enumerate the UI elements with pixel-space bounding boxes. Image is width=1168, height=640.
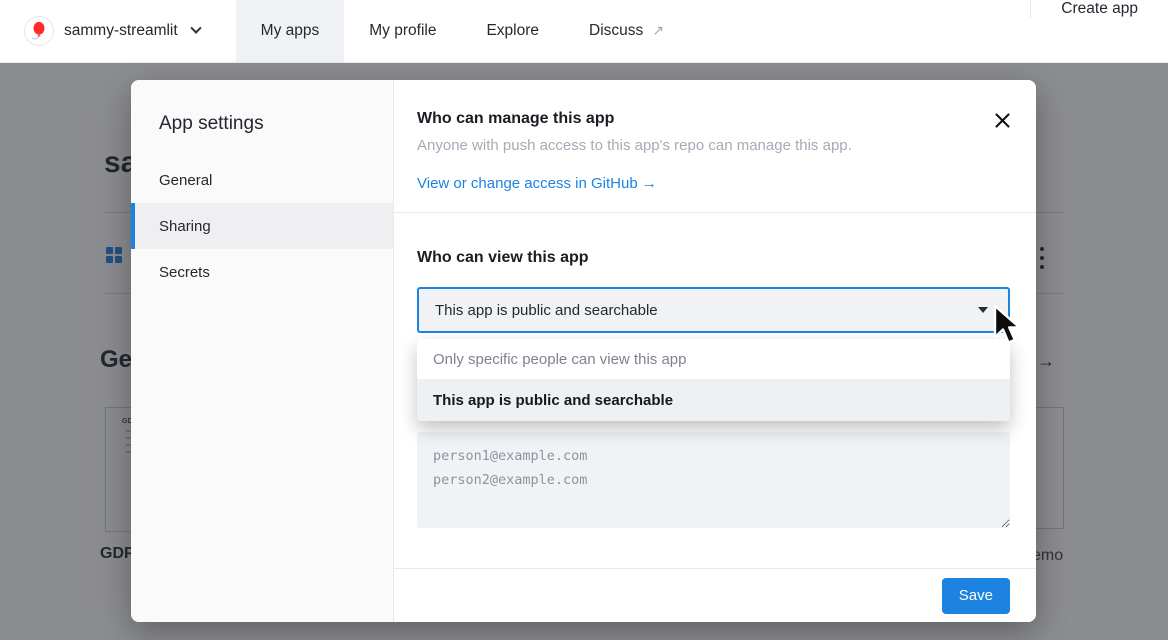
app-settings-modal: App settings General Sharing Secrets Who… (131, 80, 1036, 622)
github-access-link[interactable]: View or change access in GitHub → (417, 175, 657, 192)
sidebar-item-secrets[interactable]: Secrets (131, 249, 393, 295)
nav-tab-discuss[interactable]: Discuss ↗ (564, 0, 689, 62)
caret-down-icon (978, 307, 988, 313)
sidebar-item-general[interactable]: General (131, 157, 393, 203)
workspace-switcher[interactable]: sammy-streamlit (0, 0, 222, 62)
manage-section: Who can manage this app Anyone with push… (394, 80, 1036, 213)
nav-tab-discuss-label: Discuss (589, 22, 643, 40)
chevron-down-icon (190, 23, 201, 34)
workspace-name: sammy-streamlit (64, 22, 178, 40)
close-button[interactable] (993, 111, 1011, 129)
nav-tab-my-profile[interactable]: My profile (344, 0, 461, 62)
balloon-icon (28, 20, 50, 42)
settings-sidebar: App settings General Sharing Secrets (131, 80, 394, 622)
create-app-button[interactable]: Create app (1030, 0, 1168, 18)
visibility-select-value: This app is public and searchable (435, 302, 658, 319)
top-nav: sammy-streamlit My apps My profile Explo… (0, 0, 1168, 63)
github-access-link-label: View or change access in GitHub (417, 175, 638, 192)
view-section: Who can view this app This app is public… (394, 213, 1036, 528)
visibility-dropdown-menu: Only specific people can view this app T… (417, 339, 1010, 421)
close-icon (995, 113, 1010, 128)
sidebar-item-sharing[interactable]: Sharing (131, 203, 393, 249)
workspace-avatar (24, 16, 54, 46)
nav-tab-my-apps[interactable]: My apps (236, 0, 345, 62)
nav-tabs: My apps My profile Explore Discuss ↗ (236, 0, 689, 62)
view-section-title: Who can view this app (417, 249, 1010, 267)
arrow-right-icon: → (642, 175, 657, 192)
manage-section-title: Who can manage this app (417, 110, 976, 128)
visibility-select[interactable]: This app is public and searchable (417, 287, 1010, 333)
dropdown-option-public-searchable[interactable]: This app is public and searchable (417, 380, 1010, 421)
settings-panel: Who can manage this app Anyone with push… (394, 80, 1036, 622)
external-link-icon: ↗ (652, 23, 664, 39)
manage-section-description: Anyone with push access to this app's re… (417, 137, 976, 154)
dropdown-option-specific-people[interactable]: Only specific people can view this app (417, 339, 1010, 380)
modal-title: App settings (131, 113, 393, 135)
save-button[interactable]: Save (942, 578, 1010, 614)
nav-tab-explore[interactable]: Explore (461, 0, 564, 62)
viewer-emails-textarea[interactable]: person1@example.com person2@example.com (417, 432, 1010, 528)
modal-footer: Save (394, 568, 1036, 622)
